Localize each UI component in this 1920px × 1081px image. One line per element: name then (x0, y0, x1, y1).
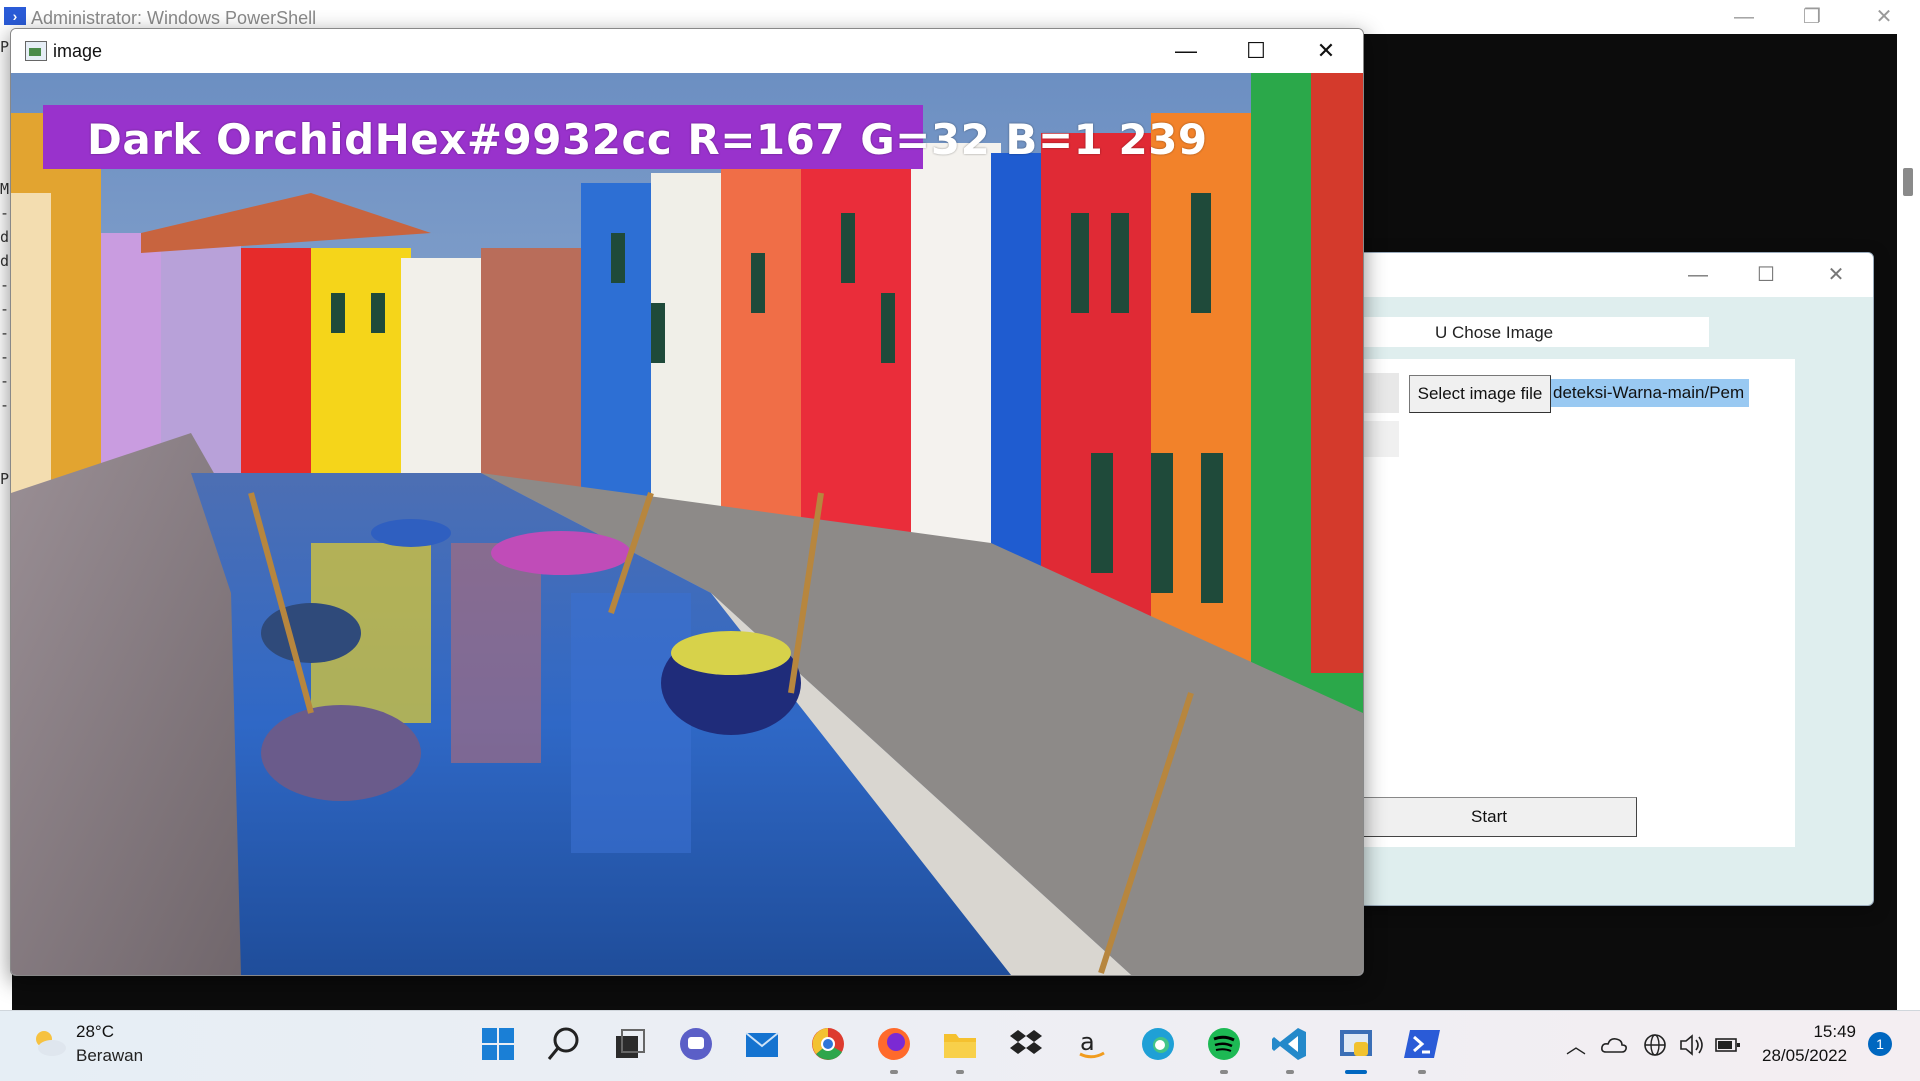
console-text: - (0, 348, 10, 366)
weather-temperature[interactable]: 28°C (76, 1022, 114, 1042)
partly-cloudy-icon[interactable] (30, 1028, 68, 1058)
console-text: P (0, 38, 10, 56)
start-button[interactable]: Start (1341, 797, 1637, 837)
scrollbar-thumb[interactable] (1903, 168, 1913, 196)
firefox-icon[interactable] (874, 1024, 914, 1064)
color-detect-app-window[interactable]: — ☐ ✕ U Chose Image r r Select image fil… (1340, 252, 1874, 906)
console-text: - (0, 300, 10, 318)
search-icon[interactable] (544, 1024, 584, 1064)
powershell-title: Administrator: Windows PowerShell (31, 8, 317, 28)
battery-icon[interactable] (1714, 1036, 1742, 1054)
teams-chat-icon[interactable] (676, 1024, 716, 1064)
active-indicator (1345, 1070, 1367, 1074)
console-text: - (0, 204, 10, 222)
select-image-button[interactable]: Select image file (1409, 375, 1551, 413)
notification-badge[interactable]: 1 (1868, 1032, 1892, 1056)
maximize-button[interactable]: ☐ (1731, 253, 1801, 297)
svg-text:a: a (1080, 1028, 1095, 1056)
amazon-icon[interactable]: a (1072, 1024, 1112, 1064)
app-titlebar[interactable]: — ☐ ✕ (1341, 253, 1873, 297)
detected-color-label: Dark OrchidHex#9932cc R=167 G=32 B=1 239 (87, 115, 1208, 164)
running-indicator (956, 1070, 964, 1074)
console-text: - (0, 372, 10, 390)
edge-icon[interactable] (1138, 1024, 1178, 1064)
running-indicator (1286, 1070, 1294, 1074)
spotify-icon[interactable] (1204, 1024, 1244, 1064)
image-window[interactable]: image — ☐ ✕ Dark OrchidHex#9932cc R=167 … (10, 28, 1364, 976)
close-button[interactable]: ✕ (1849, 0, 1919, 34)
console-text: P (0, 470, 10, 488)
clock-time[interactable]: 15:49 (1812, 1022, 1856, 1042)
running-indicator (1220, 1070, 1228, 1074)
chrome-icon[interactable] (808, 1024, 848, 1064)
volume-icon[interactable] (1678, 1032, 1706, 1058)
canal-houses-photo (11, 73, 1363, 975)
console-text: - (0, 276, 10, 294)
content-panel (1341, 359, 1795, 847)
console-text: d (0, 252, 10, 270)
chevron-up-icon[interactable]: ︿ (1566, 1030, 1586, 1059)
console-text: - (0, 324, 10, 342)
file-explorer-icon[interactable] (940, 1024, 980, 1064)
windows-start-icon[interactable] (478, 1024, 518, 1064)
minimize-button[interactable]: — (1663, 253, 1733, 297)
powershell-icon[interactable] (1402, 1024, 1442, 1064)
running-indicator (890, 1070, 898, 1074)
network-icon[interactable] (1642, 1032, 1668, 1058)
vscode-icon[interactable] (1270, 1024, 1310, 1064)
header-label: U Chose Image (1435, 323, 1554, 342)
maximize-button[interactable]: ☐ (1221, 29, 1291, 73)
powershell-icon: › (4, 7, 26, 25)
image-path-field[interactable]: deteksi-Warna-main/Pem (1551, 379, 1749, 407)
close-button[interactable]: ✕ (1291, 29, 1361, 73)
console-text: - (0, 396, 10, 414)
image-titlebar[interactable]: image — ☐ ✕ (11, 29, 1363, 73)
clock-date[interactable]: 28/05/2022 (1762, 1046, 1847, 1066)
mail-icon[interactable] (742, 1024, 782, 1064)
image-window-icon (25, 41, 47, 61)
close-button[interactable]: ✕ (1801, 253, 1871, 297)
console-text: M (0, 180, 10, 198)
image-canvas[interactable]: Dark OrchidHex#9932cc R=167 G=32 B=1 239 (11, 73, 1363, 975)
restore-button[interactable]: ❐ (1777, 0, 1847, 34)
running-indicator (1418, 1070, 1426, 1074)
console-text: d (0, 228, 10, 246)
onedrive-icon[interactable] (1600, 1034, 1628, 1056)
dropbox-icon[interactable] (1006, 1024, 1046, 1064)
weather-description[interactable]: Berawan (76, 1046, 143, 1066)
minimize-button[interactable]: — (1709, 0, 1779, 34)
task-view-icon[interactable] (610, 1024, 650, 1064)
image-window-title: image (53, 41, 103, 61)
python-app-icon[interactable] (1336, 1024, 1376, 1064)
minimize-button[interactable]: — (1151, 29, 1221, 73)
